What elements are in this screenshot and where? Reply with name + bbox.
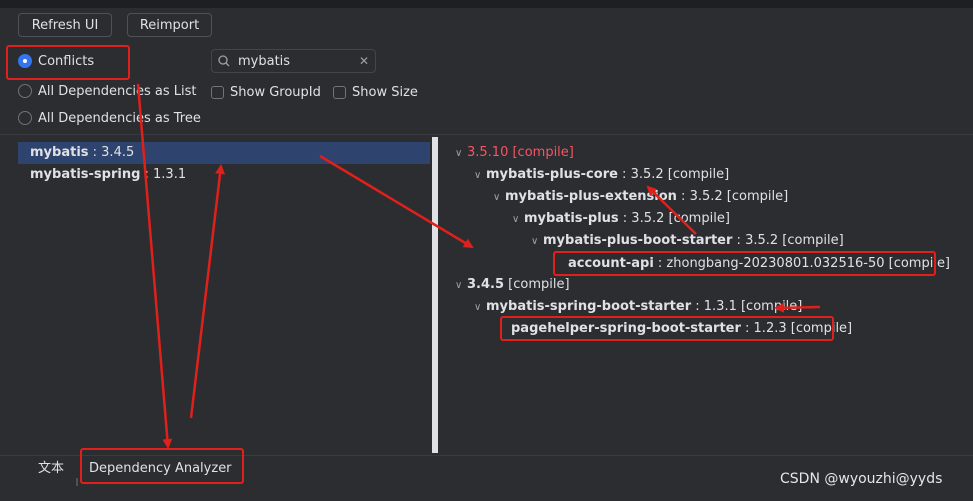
annotation-arrow (646, 185, 697, 235)
annotation-arrow (319, 154, 474, 249)
annotation-arrows (136, 83, 821, 449)
annotation-arrow (774, 302, 821, 313)
annotation-arrow (136, 83, 173, 449)
annotation-arrow (189, 164, 226, 419)
